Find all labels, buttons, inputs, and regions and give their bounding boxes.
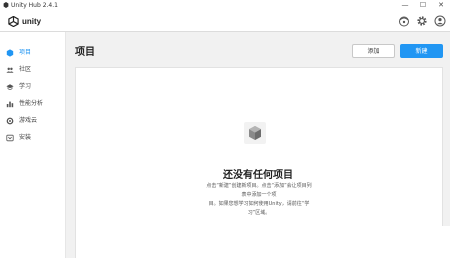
sidebar-item-analytics[interactable]: 性能分析 (0, 96, 66, 112)
sidebar-item-label: 社区 (19, 66, 32, 73)
occluding-panel (298, 220, 320, 258)
sidebar-item-label: 安装 (19, 134, 32, 141)
empty-state-description-line: 目。如果您想学习如何使用Unity，请前往“学习”区域。 (208, 201, 310, 216)
sidebar-item-label: 性能分析 (19, 100, 44, 107)
gear-icon[interactable] (416, 15, 428, 27)
sidebar-item-game-cloud[interactable]: 游戏云 (0, 113, 66, 129)
window-title: Unity Hub 2.4.1 (11, 2, 58, 9)
empty-state-description: 点击“新建”创建新项目。点击“添加”会让项目列表中添加一个项 目。如果您想学习如… (204, 182, 314, 218)
sidebar-item-label: 游戏云 (19, 117, 38, 124)
unity-app-icon (3, 2, 9, 8)
occluding-panel (364, 226, 450, 258)
unity-logo: unity (8, 15, 41, 27)
empty-projects-cube-icon (244, 122, 266, 144)
sidebar-item-label: 项目 (19, 49, 32, 56)
cube-icon (6, 49, 14, 57)
profile-icon[interactable] (434, 15, 446, 27)
empty-state-description-line: 点击“新建”创建新项目。点击“添加”会让项目列表中添加一个项 (206, 183, 312, 198)
logo-text: unity (22, 16, 42, 26)
cloud-gear-icon (6, 117, 14, 125)
close-button[interactable]: ✕ (432, 0, 450, 11)
sidebar-item-learn[interactable]: 学习 (0, 79, 66, 95)
people-icon (6, 67, 14, 73)
account-icon[interactable] (398, 15, 410, 27)
chart-icon (6, 101, 14, 108)
install-icon (6, 134, 14, 142)
sidebar-item-community[interactable]: 社区 (0, 62, 66, 78)
sidebar-item-label: 学习 (19, 83, 32, 90)
empty-state-title: 还没有任何项目 (223, 170, 293, 181)
minimize-button[interactable]: — (396, 0, 414, 11)
main-content: 项目 添加 新建 还没有任何项目 点击“新建”创建新项目。点击“添加”会让项目列… (66, 32, 450, 258)
graduation-cap-icon (6, 84, 14, 90)
window-title-bar: Unity Hub 2.4.1 — ☐ ✕ (0, 0, 450, 11)
app-header: unity (0, 11, 450, 32)
page-title: 项目 (75, 47, 95, 58)
maximize-button[interactable]: ☐ (414, 0, 432, 11)
sidebar-item-installs[interactable]: 安装 (0, 130, 66, 146)
unity-logo-icon (8, 15, 19, 27)
sidebar-item-projects[interactable]: 项目 (0, 45, 66, 61)
new-project-button[interactable]: 新建 (400, 44, 443, 58)
sidebar: 项目 社区 学习 性能分析 游戏云 安装 (0, 32, 66, 258)
add-button[interactable]: 添加 (352, 44, 395, 58)
